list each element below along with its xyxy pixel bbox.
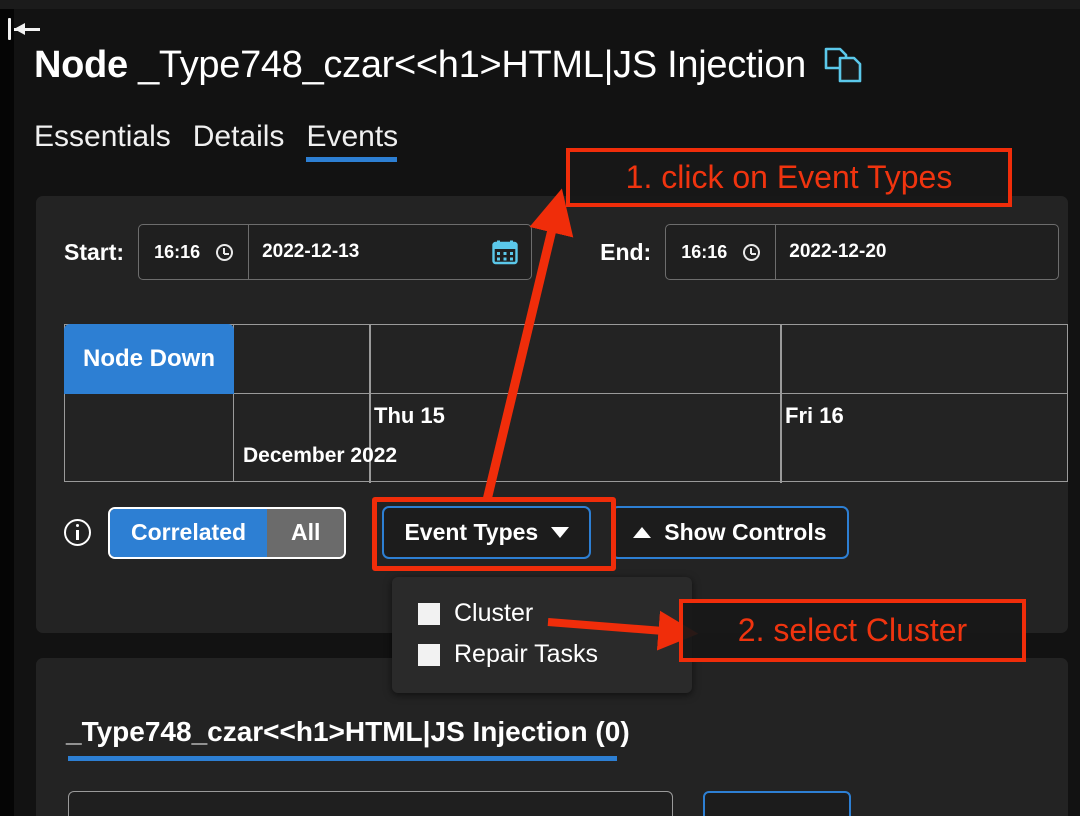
back-to-start-arrow-icon[interactable] bbox=[8, 14, 54, 44]
timeline-day-label: Fri 16 bbox=[785, 403, 844, 428]
dropdown-item-label: Repair Tasks bbox=[454, 640, 599, 668]
page-title-prefix: Node bbox=[34, 44, 139, 86]
tab-events[interactable]: Events bbox=[306, 120, 398, 162]
start-date-input[interactable]: 2022-12-13 bbox=[249, 225, 531, 279]
timeline-gridline bbox=[780, 325, 782, 393]
clock-icon bbox=[216, 243, 234, 261]
toggle-all[interactable]: All bbox=[267, 508, 345, 557]
chevron-down-icon bbox=[551, 527, 570, 538]
dropdown-item-label: Cluster bbox=[454, 599, 534, 627]
app-root: Node _Type748_czar<<h1>HTML|JS Injection… bbox=[0, 0, 1080, 816]
annotation-step-2: 2. select Cluster bbox=[679, 599, 1026, 662]
timeline-row-divider bbox=[233, 393, 1067, 394]
show-controls-button[interactable]: Show Controls bbox=[611, 506, 849, 559]
event-types-button[interactable]: Event Types bbox=[382, 506, 592, 559]
page-title: Node _Type748_czar<<h1>HTML|JS Injection bbox=[34, 44, 806, 87]
info-icon[interactable] bbox=[64, 519, 91, 546]
events-action-button[interactable] bbox=[703, 791, 851, 816]
show-controls-label: Show Controls bbox=[664, 519, 827, 545]
correlation-toggle-group: Correlated All bbox=[108, 506, 347, 559]
clock-icon bbox=[743, 243, 761, 261]
back-arrow-shaft bbox=[14, 22, 40, 35]
copy-icon[interactable] bbox=[822, 46, 866, 86]
dropdown-item-cluster[interactable]: Cluster bbox=[392, 593, 692, 634]
page-title-row: Node _Type748_czar<<h1>HTML|JS Injection bbox=[34, 44, 866, 87]
events-timeline[interactable]: Node Down Thu 15 Fri 16 December 2022 bbox=[64, 324, 1068, 483]
timeline-gridline bbox=[780, 393, 782, 483]
start-label: Start: bbox=[64, 238, 125, 265]
timeline-gridline bbox=[369, 393, 371, 483]
event-types-dropdown-menu[interactable]: Cluster Repair Tasks bbox=[392, 577, 692, 693]
end-label: End: bbox=[600, 238, 652, 265]
tab-essentials[interactable]: Essentials bbox=[34, 120, 171, 162]
start-time-value: 16:16 bbox=[154, 241, 201, 262]
dropdown-item-repair-tasks[interactable]: Repair Tasks bbox=[392, 634, 692, 675]
timeline-gridline bbox=[369, 325, 371, 393]
start-time-input[interactable]: 16:16 bbox=[139, 225, 250, 279]
annotation-step-1: 1. click on Event Types bbox=[566, 148, 1012, 207]
events-section-underline bbox=[68, 756, 617, 761]
tab-details[interactable]: Details bbox=[193, 120, 285, 162]
timeline-month-label: December 2022 bbox=[243, 444, 398, 467]
calendar-icon[interactable] bbox=[492, 240, 518, 265]
page-title-name: _Type748_czar<<h1>HTML|JS Injection bbox=[138, 44, 806, 86]
events-section-title: _Type748_czar<<h1>HTML|JS Injection (0) bbox=[66, 716, 630, 747]
events-filter-card: Start: 16:16 2022-12-13 End: 16:16 2022-… bbox=[36, 196, 1068, 633]
date-range-row: Start: 16:16 2022-12-13 End: 16:16 2022-… bbox=[64, 224, 1060, 280]
event-types-label: Event Types bbox=[404, 519, 539, 545]
toggle-correlated[interactable]: Correlated bbox=[110, 508, 268, 557]
start-field-group: 16:16 2022-12-13 bbox=[138, 224, 533, 280]
left-gutter bbox=[0, 9, 14, 816]
checkbox-repair-tasks[interactable] bbox=[418, 643, 440, 666]
end-date-value: 2022-12-20 bbox=[789, 241, 887, 262]
checkbox-cluster[interactable] bbox=[418, 602, 440, 625]
top-strip bbox=[0, 0, 1080, 9]
tab-bar: Essentials Details Events bbox=[34, 120, 398, 162]
timeline-series-node-down[interactable]: Node Down bbox=[64, 324, 234, 394]
end-time-value: 16:16 bbox=[681, 241, 728, 262]
end-field-group: 16:16 2022-12-20 bbox=[665, 224, 1060, 280]
back-arrow-bar bbox=[8, 18, 11, 40]
chevron-up-icon bbox=[633, 527, 652, 538]
events-controls-row: Correlated All Event Types Show Controls bbox=[64, 506, 849, 559]
end-date-input[interactable]: 2022-12-20 bbox=[776, 225, 1058, 279]
timeline-day-label: Thu 15 bbox=[374, 403, 445, 428]
end-time-input[interactable]: 16:16 bbox=[666, 225, 777, 279]
events-search-input[interactable] bbox=[68, 791, 673, 816]
start-date-value: 2022-12-13 bbox=[262, 241, 360, 262]
